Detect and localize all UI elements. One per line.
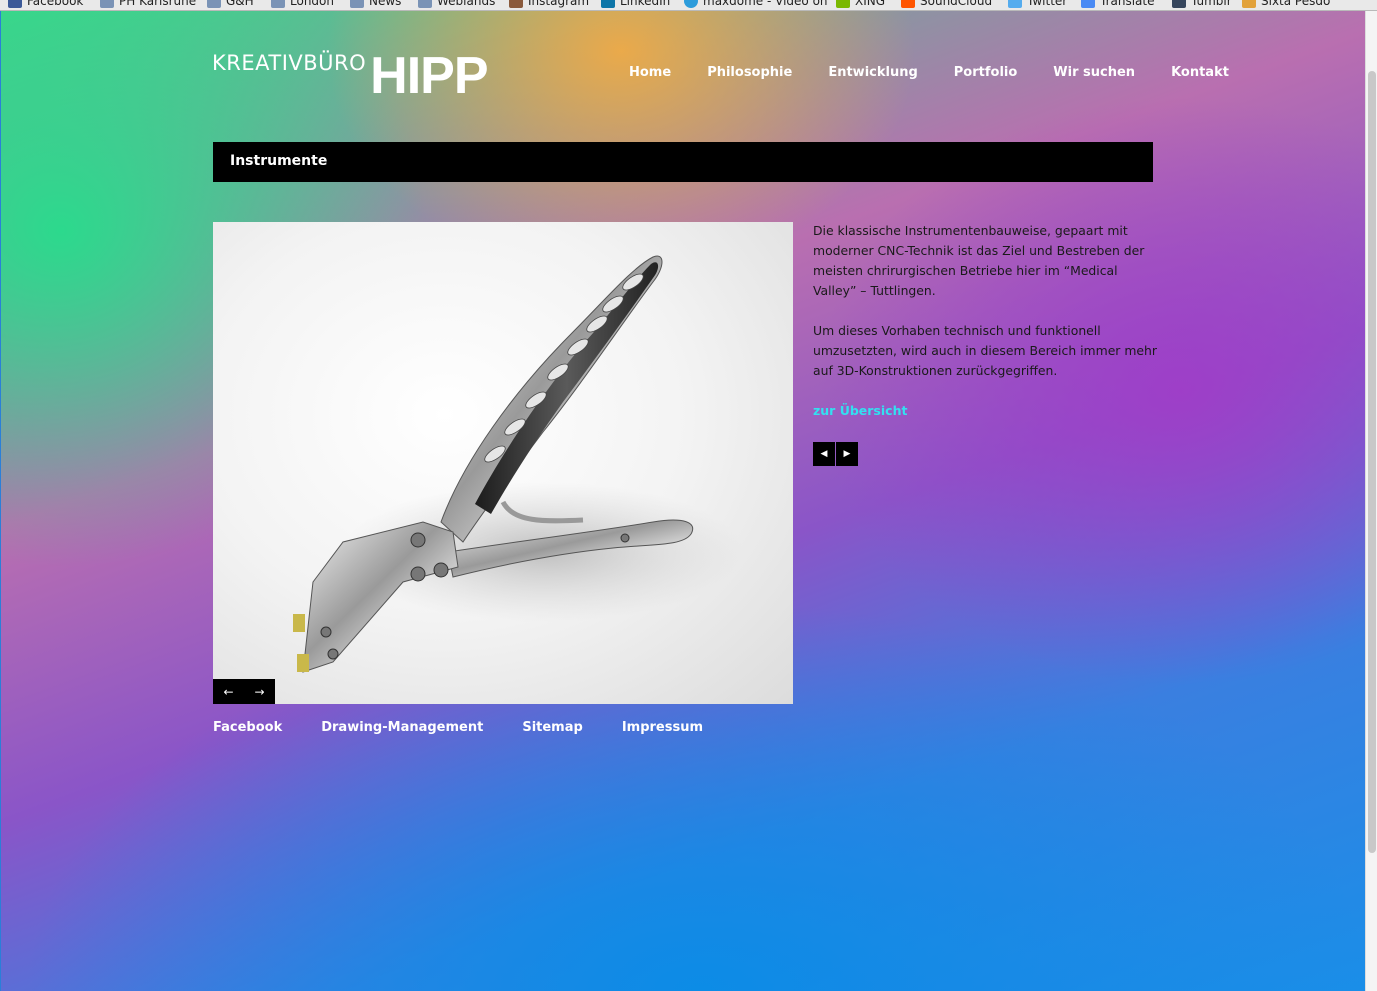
surgical-pliers-illustration (293, 255, 743, 673)
portfolio-image: ← → (213, 222, 793, 704)
logo-text-thin: KREATIVBÜRO (212, 51, 367, 75)
chevron-left-icon: ◀ (820, 449, 828, 459)
bookmark-linkedin[interactable]: LinkedIn (601, 0, 670, 8)
linkedin-icon (601, 0, 615, 8)
translate-icon (1081, 0, 1095, 8)
bookmark-maxdome[interactable]: maxdome - Video on (684, 0, 828, 8)
footer-link-impressum[interactable]: Impressum (622, 720, 703, 735)
facebook-icon (8, 0, 22, 8)
slider-next-button[interactable]: → (254, 686, 264, 698)
footer-link-drawing-management[interactable]: Drawing-Management (321, 720, 483, 735)
bookmark-icon (1242, 0, 1256, 8)
chevron-right-icon: ▶ (843, 449, 851, 459)
site-logo[interactable]: KREATIVBÜRO HIPP (212, 47, 489, 105)
bookmark-soundcloud[interactable]: SoundCloud (901, 0, 992, 8)
folder-icon (271, 0, 285, 8)
instagram-icon (509, 0, 523, 8)
bookmark-facebook[interactable]: Facebook (8, 0, 83, 8)
page-title-bar: Instrumente (213, 142, 1153, 182)
bookmark-london[interactable]: London (271, 0, 334, 8)
footer-link-sitemap[interactable]: Sitemap (522, 720, 582, 735)
soundcloud-icon (901, 0, 915, 8)
main-nav: Home Philosophie Entwicklung Portfolio W… (629, 65, 1229, 80)
nav-home[interactable]: Home (629, 65, 671, 80)
bookmark-gh[interactable]: G&H (207, 0, 254, 8)
bookmark-sixta[interactable]: Sixta Pesdo (1242, 0, 1330, 8)
bookmark-twitter[interactable]: Twitter (1008, 0, 1067, 8)
browser-bookmarks-bar: Facebook PH Karlsruhe G&H London News We… (0, 0, 1377, 11)
bookmark-ph-karlsruhe[interactable]: PH Karlsruhe (100, 0, 196, 8)
bookmark-weblands[interactable]: Weblands (418, 0, 495, 8)
overview-link[interactable]: zur Übersicht (813, 403, 907, 418)
bookmark-instagram[interactable]: Instagram (509, 0, 589, 8)
previous-project-button[interactable]: ◀ (813, 442, 835, 466)
twitter-icon (1008, 0, 1022, 8)
footer-link-facebook[interactable]: Facebook (213, 720, 282, 735)
logo-text-bold: HIPP (370, 47, 488, 105)
nav-kontakt[interactable]: Kontakt (1171, 65, 1229, 80)
page-background: KREATIVBÜRO HIPP Home Philosophie Entwic… (1, 11, 1365, 991)
bookmark-xing[interactable]: XING (836, 0, 885, 8)
xing-icon (836, 0, 850, 8)
page-title: Instrumente (230, 153, 328, 169)
nav-portfolio[interactable]: Portfolio (954, 65, 1018, 80)
bookmark-tumblr[interactable]: Tumblr (1172, 0, 1232, 8)
vertical-scrollbar[interactable] (1365, 11, 1377, 991)
tumblr-icon (1172, 0, 1186, 8)
description-paragraph-1: Die klassische Instrumentenbauweise, gep… (813, 223, 1145, 298)
slider-prev-button[interactable]: ← (223, 686, 233, 698)
bookmark-news[interactable]: News (350, 0, 401, 8)
bookmark-translate[interactable]: Translate (1081, 0, 1155, 8)
image-slider-controls: ← → (213, 679, 275, 704)
nav-entwicklung[interactable]: Entwicklung (828, 65, 917, 80)
description-text: Die klassische Instrumentenbauweise, gep… (813, 221, 1158, 401)
folder-icon (100, 0, 114, 8)
folder-icon (350, 0, 364, 8)
project-pager: ◀ ▶ (813, 442, 858, 466)
nav-wir-suchen[interactable]: Wir suchen (1053, 65, 1135, 80)
maxdome-icon (684, 0, 698, 8)
folder-icon (418, 0, 432, 8)
scrollbar-thumb[interactable] (1368, 71, 1376, 853)
description-paragraph-2: Um dieses Vorhaben technisch und funktio… (813, 323, 1157, 378)
folder-icon (207, 0, 221, 8)
next-project-button[interactable]: ▶ (836, 442, 858, 466)
nav-philosophie[interactable]: Philosophie (707, 65, 792, 80)
footer-links: Facebook Drawing-Management Sitemap Impr… (213, 720, 703, 735)
